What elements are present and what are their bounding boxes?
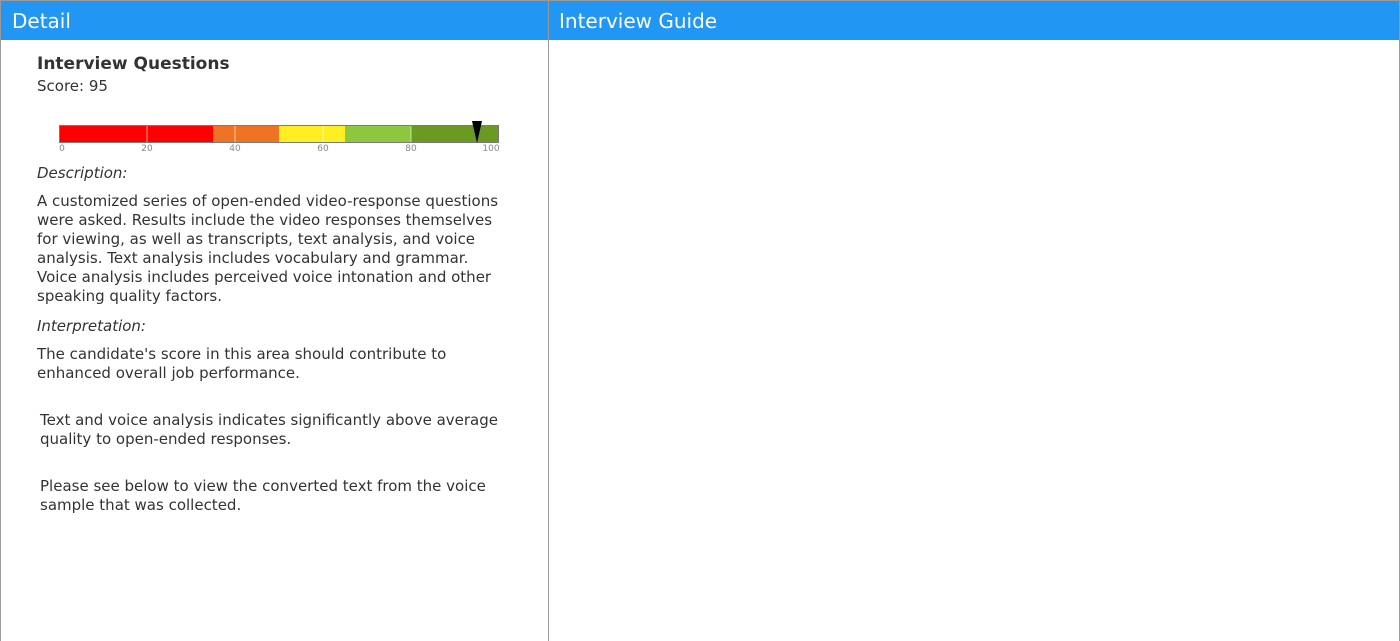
score-text: Score: 95 [37, 77, 108, 95]
gauge-tick-label: 80 [405, 144, 417, 154]
description-text: A customized series of open-ended video-… [37, 192, 499, 305]
interpretation-text: The candidate's score in this area shoul… [37, 345, 447, 382]
gauge-tick-label: 100 [482, 144, 500, 154]
detail-header: Detail [1, 0, 548, 40]
gauge-tick-label: 40 [229, 144, 241, 154]
gauge-segment [213, 125, 279, 143]
gauge-tick-label: 20 [141, 144, 153, 154]
score-gauge: 0 20 40 60 80 100 [59, 113, 500, 156]
gauge-segment [345, 125, 411, 143]
voice-note-text: Please see below to view the converted t… [40, 477, 486, 514]
interpretation-label: Interpretation: [37, 317, 146, 335]
gauge-tick-label: 60 [317, 144, 329, 154]
description-label: Description: [37, 164, 128, 182]
interview-guide-column: Interview Guide [549, 0, 1400, 641]
gauge-segment [279, 125, 345, 143]
gauge-segment [411, 125, 499, 143]
gauge-segment [59, 125, 213, 143]
score-gauge-ticks: 0 20 40 60 80 100 [59, 144, 499, 156]
score-gauge-bar [59, 121, 499, 143]
detail-content: Interview Questions Score: 95 0 20 40 60 80 1… [1, 53, 548, 515]
section-title: Interview Questions [37, 54, 230, 74]
detail-column: Detail Interview Questions Score: 95 0 20… [0, 0, 549, 641]
gauge-tick-label: 0 [59, 144, 65, 154]
analysis-text: Text and voice analysis indicates signif… [40, 411, 498, 448]
report-page: Detail Interview Questions Score: 95 0 20… [0, 0, 1400, 641]
interview-guide-header: Interview Guide [549, 0, 1399, 40]
